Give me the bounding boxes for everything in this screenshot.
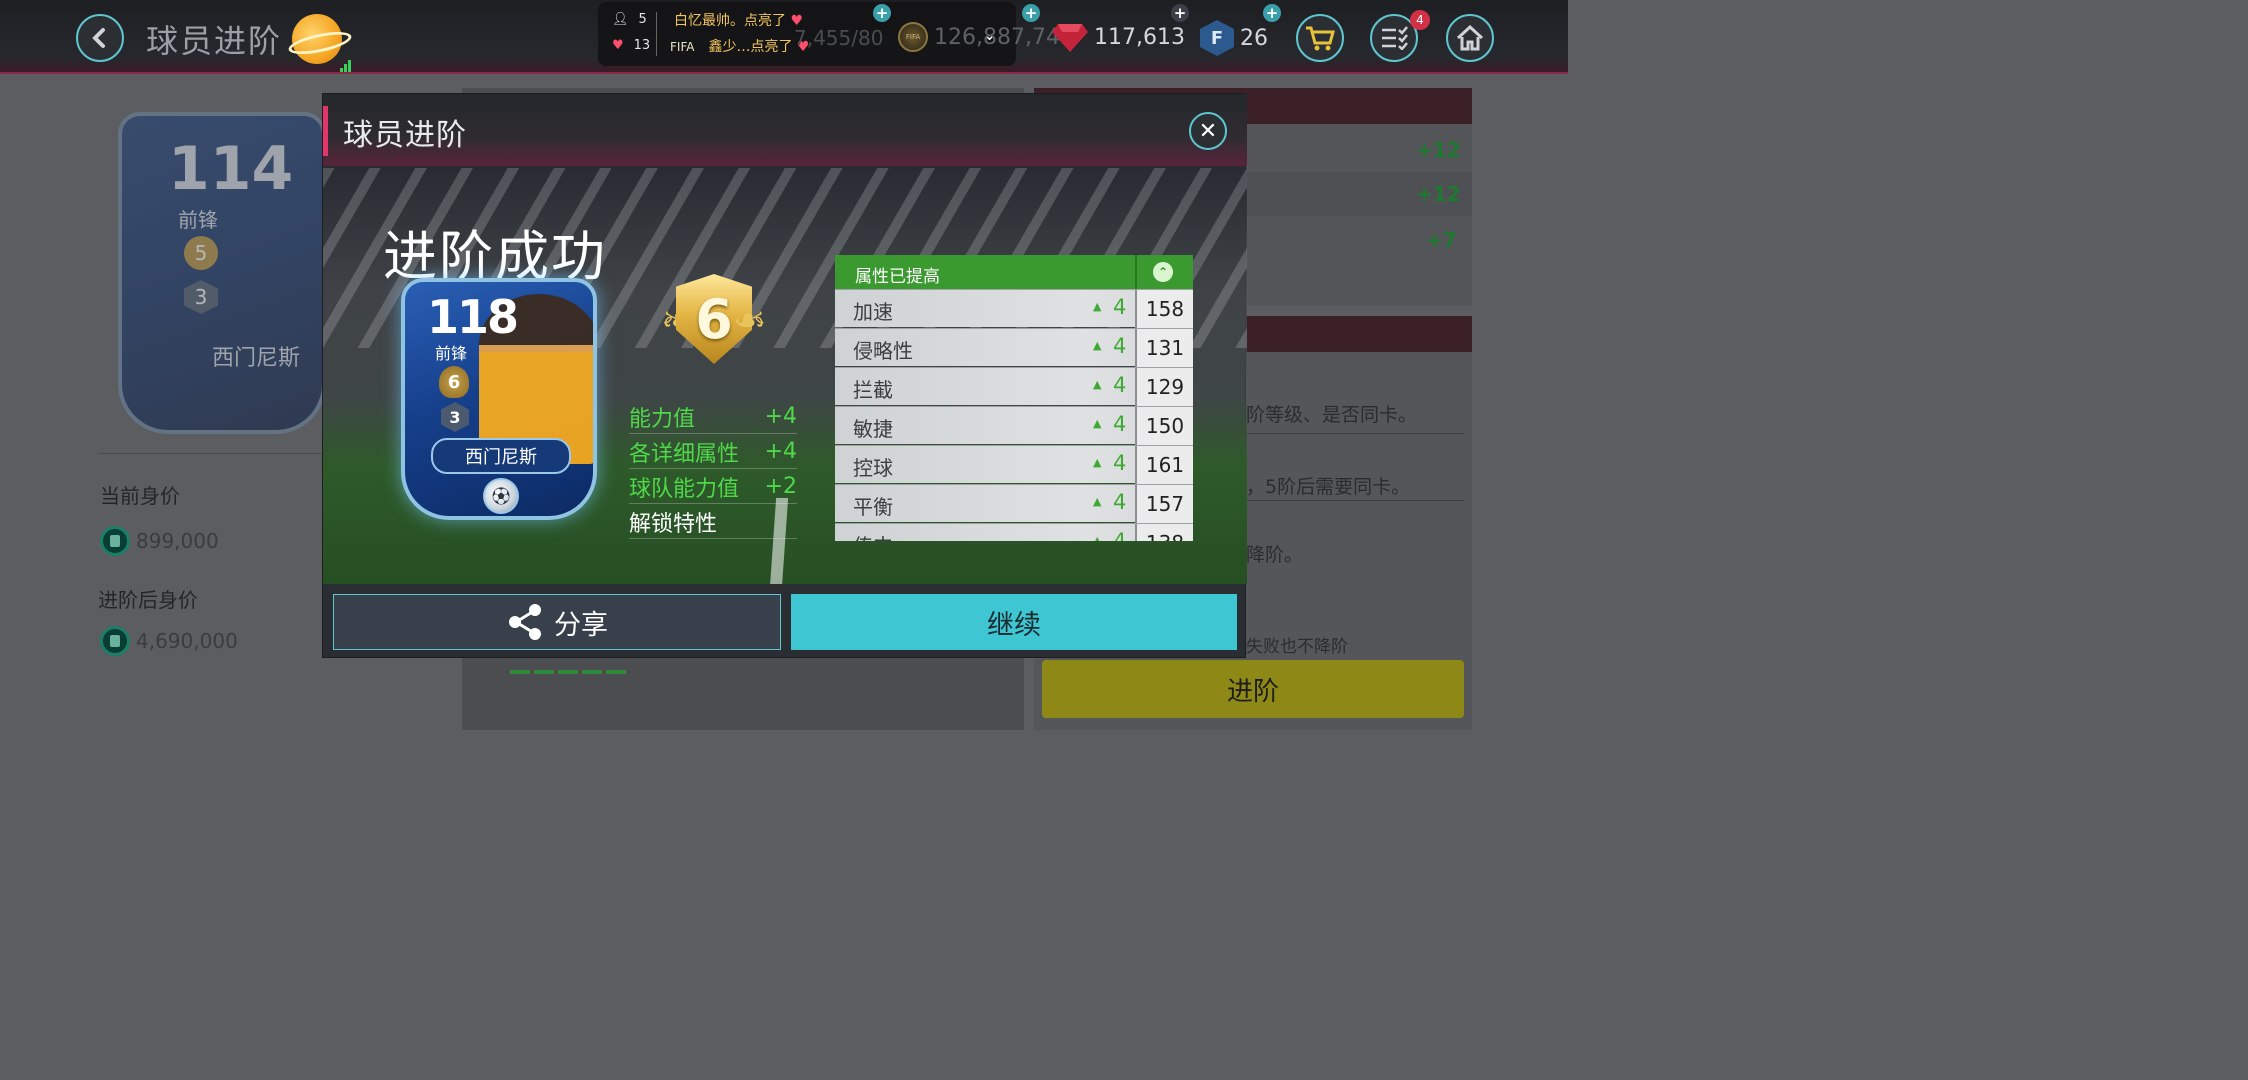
attribute-row: 传中 ▲ 4 138 [835,523,1193,541]
arrow-up-icon: ▲ [1093,456,1102,469]
arrow-up-icon: ▲ [1093,339,1102,352]
card-rank-badge: 6 [439,366,469,398]
card-level-badge: 3 [441,402,469,432]
checklist-icon [1382,26,1408,50]
close-icon: ✕ [1198,118,1218,144]
fifa-points-icon: F [1200,20,1234,56]
attributes-header: 属性已提高 ⌃ [835,255,1193,289]
advance-button[interactable]: 进阶 [1042,660,1464,718]
dialog-title: 球员进阶 [343,118,467,153]
add-fifa-points-button[interactable]: + [1263,4,1281,22]
card-player-name: 西门尼斯 [431,438,571,474]
top-bar: 球员进阶 👤︎ 5 ♥ 13 白忆最帅。点亮了 ♥ FIFA 鑫少…点亮了 ♥ 7… [0,0,1568,74]
add-stamina-button[interactable]: + [873,4,891,22]
back-arrow-icon [92,28,105,48]
attribute-row: 控球 ▲ 4 161 [835,445,1193,484]
attribute-row: 拦截 ▲ 4 129 [835,367,1193,406]
notification-badge: 4 [1410,10,1430,30]
after-value-label: 进阶后身价 [98,588,198,612]
laurel-icon: ❧ [733,298,767,344]
arrow-up-icon: ▲ [1093,495,1102,508]
add-gems-button[interactable]: + [1171,4,1189,22]
continue-button[interactable]: 继续 [791,594,1237,650]
attribute-row: 加速 ▲ 4 158 [835,289,1193,328]
signal-icon [340,58,354,72]
advance-result-dialog: 球员进阶 ✕ 进阶成功 118 前锋 6 3 西门尼斯 ⚽︎ ❧ 6 ❧ 能力值… [322,93,1247,658]
arrow-up-icon: ▲ [1093,378,1102,391]
current-value-label: 当前身价 [100,484,180,508]
chat-message: FIFA 鑫少…点亮了 ♥ [670,39,810,55]
close-button[interactable]: ✕ [1189,112,1227,150]
store-button[interactable] [1296,14,1344,62]
coin-icon: FIFA [898,22,928,52]
jersey-icon [100,626,130,656]
card-position: 前锋 [435,344,468,363]
share-button[interactable]: 分享 [333,594,781,650]
after-value: 4,690,000 [100,626,238,656]
background-player-card: 114 前锋 5 3 西门尼斯 [118,112,326,434]
share-icon [509,604,541,640]
coin-balance: FIFA 126,887,744 [898,22,1074,52]
arrow-up-icon: ▲ [1093,300,1102,313]
viewer-count: 👤︎ 5 [612,12,647,27]
dialog-header: 球员进阶 ✕ [323,94,1247,166]
cart-icon [1306,26,1335,51]
stamina-value: 7,455/80 [794,26,884,50]
home-icon [1456,25,1484,51]
arrow-up-icon: ▲ [1093,534,1102,541]
like-count: ♥ 13 [612,38,651,53]
current-value: 899,000 [100,526,219,556]
football-icon: ⚽︎ [483,478,519,514]
home-button[interactable] [1446,14,1494,62]
arrow-up-icon: ▲ [1093,417,1102,430]
add-coins-button[interactable]: + [1022,4,1040,22]
chat-message: 白忆最帅。点亮了 ♥ [674,13,804,29]
attribute-row: 敏捷 ▲ 4 150 [835,406,1193,445]
gain-row: 各详细属性 +4 [629,435,797,469]
result-stage: 进阶成功 118 前锋 6 3 西门尼斯 ⚽︎ ❧ 6 ❧ 能力值+4 各详细属… [323,168,1247,584]
progress-dashes [510,670,626,674]
viewer-icon: 👤︎ [612,12,629,27]
player-card: 118 前锋 6 3 西门尼斯 ⚽︎ [401,278,597,520]
divider [656,12,657,56]
attribute-row: 平衡 ▲ 4 157 [835,484,1193,523]
heart-icon: ♥ [612,38,624,53]
fifa-points-balance: F 26 [1200,20,1268,56]
card-rating: 118 [427,290,519,344]
gem-icon [1052,24,1088,52]
gem-balance: 117,613 [1052,22,1185,52]
attribute-row: 侵略性 ▲ 4 131 [835,328,1193,367]
live-avatar-icon[interactable] [292,14,342,64]
collapse-icon[interactable]: ⌃ [1153,262,1173,282]
jersey-icon [100,526,130,556]
gain-row: 能力值 +4 [629,400,797,434]
gain-row[interactable]: 解锁特性 [629,505,797,539]
header-accent [323,106,328,156]
attributes-table[interactable]: 属性已提高 ⌃ 加速 ▲ 4 158 侵略性 ▲ 4 131 拦截 ▲ 4 12… [835,255,1193,541]
gain-row: 球队能力值 +2 [629,470,797,504]
back-button[interactable] [76,14,124,62]
rank-badge: ❧ 6 ❧ [659,264,769,374]
page-title: 球员进阶 [146,22,283,60]
